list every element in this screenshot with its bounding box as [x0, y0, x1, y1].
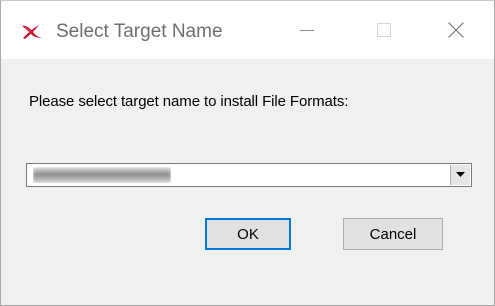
close-icon [448, 22, 464, 38]
window-title: Select Target Name [56, 21, 223, 42]
redacted-value-blur [33, 167, 171, 183]
minimize-button[interactable] [276, 1, 338, 59]
close-button[interactable] [425, 1, 487, 59]
dialog-body: Please select target name to install Fil… [1, 59, 494, 305]
title-bar[interactable]: Select Target Name [1, 1, 494, 59]
dialog-window: Select Target Name Please select target … [0, 0, 495, 306]
target-name-value [33, 167, 171, 183]
minimize-icon [300, 30, 314, 31]
ok-button[interactable]: OK [205, 218, 291, 250]
prompt-label: Please select target name to install Fil… [29, 93, 349, 110]
maximize-button [353, 1, 415, 59]
target-name-combobox[interactable] [26, 163, 472, 187]
dropdown-arrow-icon [456, 172, 465, 177]
dropdown-arrow-button[interactable] [450, 165, 470, 185]
cancel-button[interactable]: Cancel [343, 218, 443, 250]
adobe-acrobat-icon [22, 25, 42, 39]
maximize-icon [377, 23, 391, 37]
